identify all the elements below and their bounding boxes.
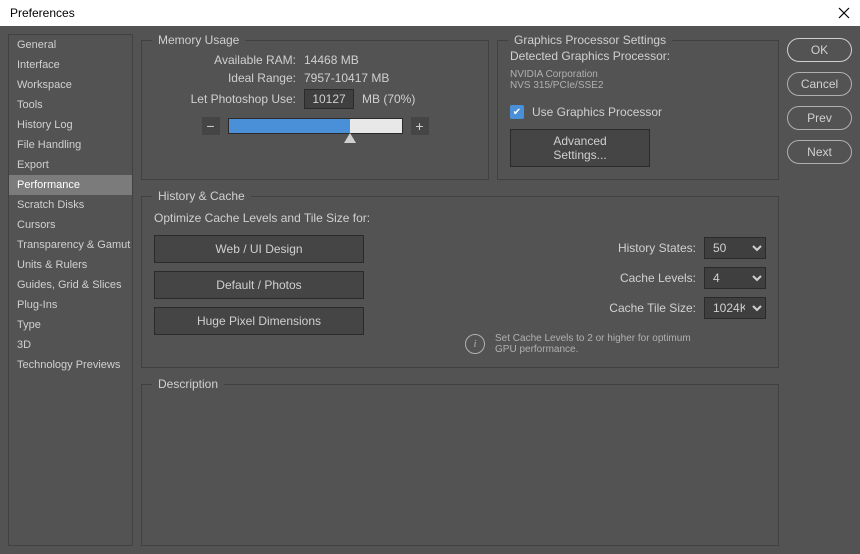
huge-pixel-dimensions-button[interactable]: Huge Pixel Dimensions <box>154 307 364 335</box>
gpu-legend: Graphics Processor Settings <box>508 33 672 47</box>
close-button[interactable] <box>834 3 854 23</box>
ok-button[interactable]: OK <box>787 38 852 62</box>
slider-increase-button[interactable]: + <box>411 117 429 135</box>
description-legend: Description <box>152 377 224 391</box>
web-ui-design-button[interactable]: Web / UI Design <box>154 235 364 263</box>
cache-levels-dropdown[interactable]: 4 <box>704 267 766 289</box>
sidebar-item-workspace[interactable]: Workspace <box>9 75 132 95</box>
sidebar: General Interface Workspace Tools Histor… <box>8 34 133 546</box>
titlebar: Preferences <box>0 0 860 26</box>
cache-levels-label: Cache Levels: <box>620 271 696 285</box>
memory-usage-group: Memory Usage Available RAM: 14468 MB Ide… <box>141 40 489 180</box>
ideal-range-label: Ideal Range: <box>154 71 304 85</box>
memory-usage-legend: Memory Usage <box>152 33 245 47</box>
available-ram-value: 14468 MB <box>304 53 359 67</box>
memory-slider[interactable] <box>228 118 403 134</box>
default-photos-button[interactable]: Default / Photos <box>154 271 364 299</box>
let-photoshop-use-input[interactable] <box>304 89 354 109</box>
prev-button[interactable]: Prev <box>787 106 852 130</box>
use-gpu-label: Use Graphics Processor <box>532 105 662 119</box>
slider-decrease-button[interactable]: − <box>202 117 220 135</box>
sidebar-item-performance[interactable]: Performance <box>9 175 132 195</box>
slider-fill <box>229 119 350 133</box>
sidebar-item-file-handling[interactable]: File Handling <box>9 135 132 155</box>
sidebar-item-general[interactable]: General <box>9 35 132 55</box>
ideal-range-value: 7957-10417 MB <box>304 71 389 85</box>
let-photoshop-use-label: Let Photoshop Use: <box>154 92 304 106</box>
dialog-buttons: OK Cancel Prev Next <box>787 34 852 546</box>
detected-gpu-label: Detected Graphics Processor: <box>510 49 766 63</box>
available-ram-label: Available RAM: <box>154 53 304 67</box>
cache-tile-size-label: Cache Tile Size: <box>609 301 696 315</box>
let-photoshop-use-unit: MB (70%) <box>362 92 415 106</box>
slider-thumb[interactable] <box>344 133 356 143</box>
sidebar-item-transparency-gamut[interactable]: Transparency & Gamut <box>9 235 132 255</box>
description-group: Description <box>141 384 779 546</box>
cache-tile-size-dropdown[interactable]: 1024K <box>704 297 766 319</box>
graphics-processor-group: Graphics Processor Settings Detected Gra… <box>497 40 779 180</box>
optimize-label: Optimize Cache Levels and Tile Size for: <box>154 211 766 225</box>
advanced-settings-button[interactable]: Advanced Settings... <box>510 129 650 167</box>
detected-gpu-vendor: NVIDIA Corporation <box>510 69 766 80</box>
history-cache-legend: History & Cache <box>152 189 251 203</box>
sidebar-item-guides-grid-slices[interactable]: Guides, Grid & Slices <box>9 275 132 295</box>
use-gpu-checkbox[interactable]: ✔ <box>510 105 524 119</box>
sidebar-item-units-rulers[interactable]: Units & Rulers <box>9 255 132 275</box>
sidebar-item-plugins[interactable]: Plug-Ins <box>9 295 132 315</box>
sidebar-item-3d[interactable]: 3D <box>9 335 132 355</box>
history-states-label: History States: <box>618 241 696 255</box>
history-states-dropdown[interactable]: 50 <box>704 237 766 259</box>
history-cache-group: History & Cache Optimize Cache Levels an… <box>141 196 779 368</box>
sidebar-item-type[interactable]: Type <box>9 315 132 335</box>
cache-hint-text: Set Cache Levels to 2 or higher for opti… <box>495 333 695 355</box>
next-button[interactable]: Next <box>787 140 852 164</box>
sidebar-item-history-log[interactable]: History Log <box>9 115 132 135</box>
info-icon: i <box>465 334 485 354</box>
sidebar-item-scratch-disks[interactable]: Scratch Disks <box>9 195 132 215</box>
cancel-button[interactable]: Cancel <box>787 72 852 96</box>
sidebar-item-interface[interactable]: Interface <box>9 55 132 75</box>
sidebar-item-technology-previews[interactable]: Technology Previews <box>9 355 132 375</box>
sidebar-item-export[interactable]: Export <box>9 155 132 175</box>
window-title: Preferences <box>10 6 75 20</box>
sidebar-item-tools[interactable]: Tools <box>9 95 132 115</box>
sidebar-item-cursors[interactable]: Cursors <box>9 215 132 235</box>
detected-gpu-model: NVS 315/PCIe/SSE2 <box>510 80 766 91</box>
